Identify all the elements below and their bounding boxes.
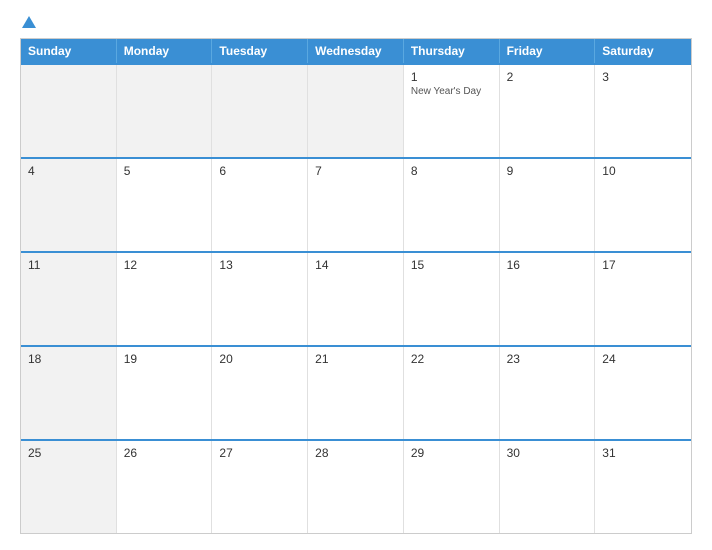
day-number: 22 <box>411 352 492 366</box>
day-number: 27 <box>219 446 300 460</box>
week-row-3: 11 12 13 14 15 16 17 <box>21 251 691 345</box>
cal-cell-11: 11 <box>21 253 117 345</box>
header-cell-saturday: Saturday <box>595 39 691 63</box>
header-cell-friday: Friday <box>500 39 596 63</box>
week-row-2: 4 56 7 8 9 10 <box>21 157 691 251</box>
cal-cell-21: 21 <box>308 347 404 439</box>
holiday-label: New Year's Day <box>411 86 492 97</box>
day-number: 21 <box>315 352 396 366</box>
cal-cell-4: 4 <box>21 159 117 251</box>
day-number: 14 <box>315 258 396 272</box>
cal-cell-30: 30 <box>500 441 596 533</box>
cal-cell-31: 31 <box>595 441 691 533</box>
cal-cell-12: 12 <box>117 253 213 345</box>
cal-cell-9: 9 <box>500 159 596 251</box>
cal-cell-8: 8 <box>404 159 500 251</box>
day-number: 6 <box>219 164 300 178</box>
cal-cell-empty <box>117 65 213 157</box>
logo <box>20 16 36 28</box>
header-cell-tuesday: Tuesday <box>212 39 308 63</box>
cal-cell-16: 16 <box>500 253 596 345</box>
cal-cell-18: 18 <box>21 347 117 439</box>
day-number: 31 <box>602 446 684 460</box>
cal-cell-empty <box>21 65 117 157</box>
header-cell-sunday: Sunday <box>21 39 117 63</box>
day-number: 26 <box>124 446 205 460</box>
logo-triangle-icon <box>22 16 36 28</box>
day-number: 4 <box>28 164 109 178</box>
day-number: 12 <box>124 258 205 272</box>
day-number: 15 <box>411 258 492 272</box>
day-number: 20 <box>219 352 300 366</box>
cal-cell-26: 26 <box>117 441 213 533</box>
day-number: 7 <box>315 164 396 178</box>
day-number: 30 <box>507 446 588 460</box>
cal-cell-25: 25 <box>21 441 117 533</box>
cal-cell-1: 1 New Year's Day <box>404 65 500 157</box>
day-number: 1 <box>411 70 492 84</box>
day-number: 24 <box>602 352 684 366</box>
day-number: 10 <box>602 164 684 178</box>
day-number: 18 <box>28 352 109 366</box>
week-row-5: 25 26 27 28 29 30 31 <box>21 439 691 533</box>
cal-cell-7: 7 <box>308 159 404 251</box>
cal-cell-29: 29 <box>404 441 500 533</box>
day-number: 19 <box>124 352 205 366</box>
cal-cell-10: 10 <box>595 159 691 251</box>
week-row-4: 18 19 20 21 22 23 24 <box>21 345 691 439</box>
calendar-body: 1New Year's Day2345678910111213141516171… <box>21 63 691 533</box>
cal-cell-19: 19 <box>117 347 213 439</box>
cal-cell-15: 15 <box>404 253 500 345</box>
page-header <box>20 16 692 28</box>
cal-cell-14: 14 <box>308 253 404 345</box>
week-row-1: 1 New Year's Day 23 <box>21 63 691 157</box>
calendar-grid: SundayMondayTuesdayWednesdayThursdayFrid… <box>20 38 692 534</box>
cal-cell-22: 22 <box>404 347 500 439</box>
cal-cell-3: 3 <box>595 65 691 157</box>
cal-cell-23: 23 <box>500 347 596 439</box>
day-number: 9 <box>507 164 588 178</box>
calendar-page: SundayMondayTuesdayWednesdayThursdayFrid… <box>0 0 712 550</box>
day-number: 5 <box>124 164 205 178</box>
cal-cell-13: 13 <box>212 253 308 345</box>
cal-cell-24: 24 <box>595 347 691 439</box>
header-cell-monday: Monday <box>117 39 213 63</box>
day-number: 8 <box>411 164 492 178</box>
day-number: 2 <box>507 70 588 84</box>
cal-cell-17: 17 <box>595 253 691 345</box>
cal-cell-2: 2 <box>500 65 596 157</box>
calendar-header-row: SundayMondayTuesdayWednesdayThursdayFrid… <box>21 39 691 63</box>
day-number: 16 <box>507 258 588 272</box>
day-number: 17 <box>602 258 684 272</box>
day-number: 11 <box>28 258 109 272</box>
day-number: 3 <box>602 70 684 84</box>
cal-cell-28: 28 <box>308 441 404 533</box>
cal-cell-20: 20 <box>212 347 308 439</box>
header-cell-thursday: Thursday <box>404 39 500 63</box>
header-cell-wednesday: Wednesday <box>308 39 404 63</box>
day-number: 23 <box>507 352 588 366</box>
cal-cell-empty <box>308 65 404 157</box>
cal-cell-empty <box>212 65 308 157</box>
day-number: 29 <box>411 446 492 460</box>
day-number: 25 <box>28 446 109 460</box>
cal-cell-27: 27 <box>212 441 308 533</box>
day-number: 13 <box>219 258 300 272</box>
day-number: 28 <box>315 446 396 460</box>
cal-cell-5: 5 <box>117 159 213 251</box>
cal-cell-6: 6 <box>212 159 308 251</box>
